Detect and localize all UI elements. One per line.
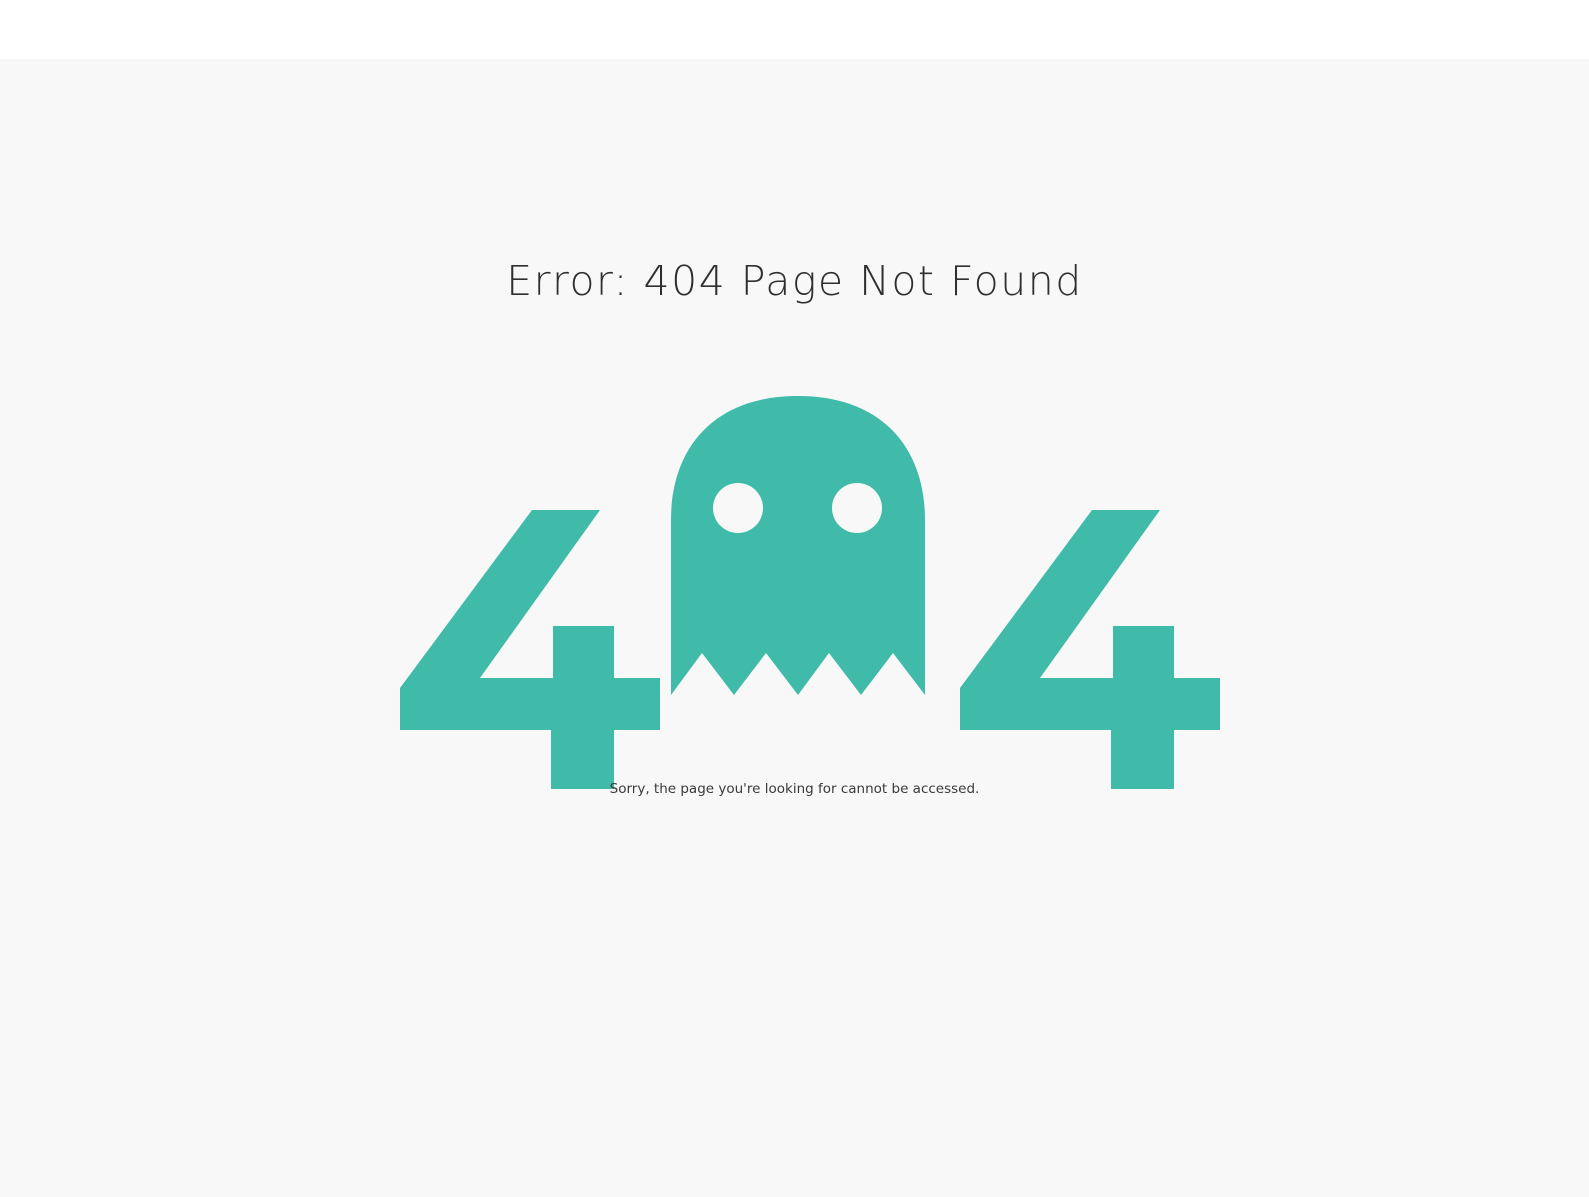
top-bar: [0, 0, 1589, 59]
page-body: [0, 59, 1589, 1197]
error-message: Sorry, the page you're looking for canno…: [609, 781, 980, 797]
page-title: Error: 404 Page Not Found: [506, 257, 1083, 305]
